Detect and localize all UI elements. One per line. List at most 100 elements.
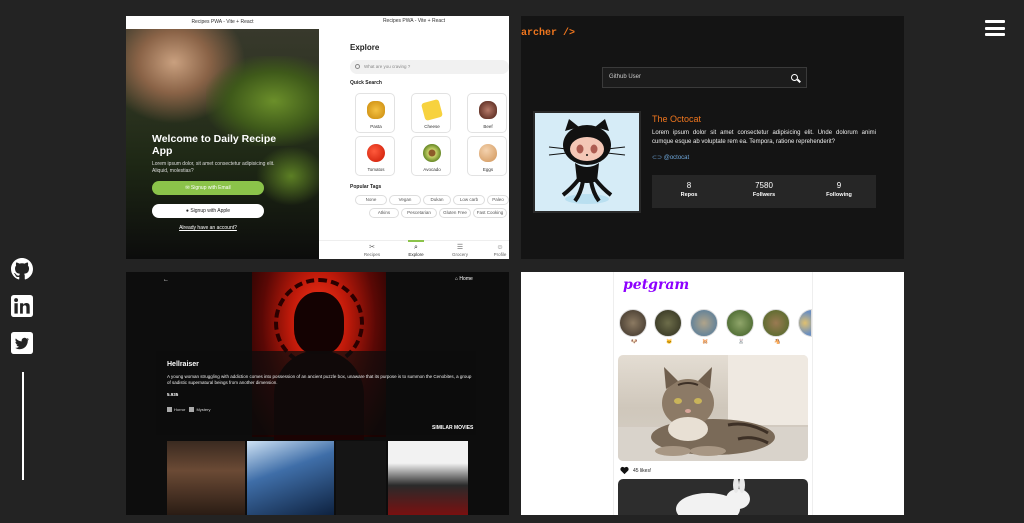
- movie-info-overlay: [156, 351, 476, 435]
- category-story[interactable]: [726, 309, 754, 337]
- category-emoji: 🐴: [774, 339, 781, 345]
- github-profile-link[interactable]: ⊂⊃ @octocat: [652, 154, 689, 161]
- stat-label: Following: [826, 192, 852, 198]
- project-card-github-searcher[interactable]: archer /> Github User The Octocat Lorem …: [521, 16, 904, 259]
- pasta-icon: [367, 101, 385, 119]
- genre-icon: [189, 407, 195, 413]
- utensils-icon: ✂: [369, 244, 375, 251]
- tag-chip[interactable]: Paleo: [487, 195, 509, 205]
- tag-chip[interactable]: Vegan: [389, 195, 421, 205]
- nav-item-profile[interactable]: ☺ Profile: [485, 244, 509, 257]
- hamburger-menu-icon[interactable]: [985, 20, 1005, 36]
- list-icon: ☰: [456, 244, 464, 251]
- popular-tags-title: Popular Tags: [350, 184, 382, 190]
- movie-rating: 5.935: [167, 392, 179, 397]
- likes-count: 45 likes!: [633, 468, 652, 474]
- food-tile-pasta[interactable]: Pasta: [355, 93, 395, 133]
- cat-illustration: [618, 355, 808, 461]
- project-card-petgram[interactable]: petgram 🐶 🐱 🐹 🐰 🐴 45 likes!: [521, 272, 904, 515]
- food-tile-beef[interactable]: Beef: [467, 93, 507, 133]
- github-stats-panel: 8 Repos 7580 Follwers 9 Following: [652, 175, 876, 208]
- stat-label: Follwers: [752, 192, 776, 198]
- similar-movie-thumb[interactable]: [388, 441, 468, 515]
- tag-chip[interactable]: None: [355, 195, 387, 205]
- tag-chip[interactable]: Atkins: [369, 208, 399, 218]
- welcome-subtitle: Lorem ipsum dolor, sit amet consectetur …: [152, 161, 275, 174]
- genre-label: Horror: [174, 407, 186, 412]
- signup-apple-button[interactable]: ● Signup with Apple: [152, 204, 264, 218]
- stat-repos: 8 Repos: [652, 181, 726, 198]
- stat-number: 9: [836, 181, 842, 190]
- recipes-bottom-nav: ✂ Recipes ⌕ Explore ☰ Grocery ☺ Profile: [319, 240, 509, 259]
- stat-label: Repos: [680, 192, 698, 198]
- avocado-icon: [423, 144, 441, 162]
- recipe-search-input[interactable]: What are you craving ?: [350, 60, 509, 74]
- github-icon[interactable]: [11, 258, 33, 280]
- stat-following: 9 Following: [802, 181, 876, 198]
- category-emoji: 🐱: [666, 339, 673, 345]
- octocat-avatar: [533, 111, 641, 213]
- project-card-recipes[interactable]: Recipes PWA - Vite + React Welcome to Da…: [126, 16, 509, 259]
- tag-chip[interactable]: Low carb: [453, 195, 485, 205]
- food-tile-avocado[interactable]: Avocado: [411, 136, 451, 176]
- cat-photo[interactable]: [618, 355, 808, 461]
- cheese-icon: [420, 98, 444, 122]
- already-account-link[interactable]: Already have an account?: [152, 225, 264, 231]
- nav-label: Profile: [493, 252, 507, 257]
- food-tile-tomatos[interactable]: Tomatos: [355, 136, 395, 176]
- linkedin-icon[interactable]: [11, 295, 33, 317]
- food-label: Pasta: [370, 124, 382, 129]
- recipes-explore-screen: Recipes PWA - Vite + React Explore What …: [319, 16, 509, 259]
- movie-genres: Horror Mystery: [167, 407, 210, 413]
- petgram-logo: petgram: [623, 277, 690, 293]
- nav-label: Grocery: [451, 252, 468, 257]
- nav-item-grocery[interactable]: ☰ Grocery: [445, 244, 475, 257]
- home-link[interactable]: ⌂ Home: [455, 276, 473, 282]
- nav-item-recipes[interactable]: ✂ Recipes: [357, 244, 387, 257]
- github-profile-bio: Lorem ipsum dolor sit amet consectetur a…: [652, 130, 876, 145]
- quick-search-title: Quick Search: [350, 80, 382, 86]
- project-card-movies[interactable]: ← ⌂ Home Hellraiser A young woman strugg…: [126, 272, 509, 515]
- poster-figure-head: [294, 292, 344, 354]
- tag-chip[interactable]: Fast Cooking: [473, 208, 507, 218]
- stat-number: 7580: [755, 181, 773, 190]
- similar-movie-thumb[interactable]: [167, 441, 245, 515]
- search-label: Github User: [609, 74, 642, 80]
- food-tile-cheese[interactable]: Cheese: [411, 93, 451, 133]
- social-links: [11, 258, 37, 480]
- category-story[interactable]: [619, 309, 647, 337]
- tag-chip[interactable]: Dukan: [423, 195, 451, 205]
- genre-icon: [167, 407, 172, 413]
- food-tile-eggs[interactable]: Eggs: [467, 136, 507, 176]
- tag-chip[interactable]: Pescetarian: [401, 208, 437, 218]
- similar-movie-thumb[interactable]: [247, 441, 334, 515]
- stat-followers: 7580 Follwers: [727, 181, 801, 198]
- category-story[interactable]: [762, 309, 790, 337]
- similar-movie-thumb[interactable]: [336, 441, 386, 515]
- category-story[interactable]: [654, 309, 682, 337]
- tag-chip[interactable]: Gluten Free: [439, 208, 471, 218]
- heart-icon[interactable]: [620, 466, 629, 475]
- similar-movies-heading: SIMILAR MOVIES: [432, 425, 474, 431]
- user-icon: ☺: [496, 244, 504, 251]
- back-arrow-icon[interactable]: ←: [163, 277, 169, 283]
- nav-item-explore[interactable]: ⌕ Explore: [401, 240, 431, 257]
- nav-label: Recipes: [363, 252, 381, 257]
- egg-icon: [479, 144, 497, 162]
- signup-email-button[interactable]: ✉ Signup with Email: [152, 181, 264, 195]
- search-placeholder: What are you craving ?: [364, 64, 411, 69]
- github-user-search-input[interactable]: Github User: [602, 67, 807, 88]
- portfolio-page: Recipes PWA - Vite + React Welcome to Da…: [0, 0, 1024, 523]
- rabbit-photo[interactable]: [618, 479, 808, 515]
- category-emoji: 🐹: [702, 339, 709, 345]
- nav-label: Explore: [408, 252, 424, 257]
- food-label: Avocado: [423, 167, 441, 172]
- category-emoji: 🐰: [738, 339, 745, 345]
- category-story[interactable]: [690, 309, 718, 337]
- search-icon[interactable]: [791, 74, 798, 81]
- food-label: Cheese: [424, 124, 440, 129]
- home-label: Home: [459, 276, 473, 282]
- social-divider-line: [22, 372, 24, 480]
- category-emoji: 🐶: [631, 339, 638, 345]
- twitter-icon[interactable]: [11, 332, 33, 354]
